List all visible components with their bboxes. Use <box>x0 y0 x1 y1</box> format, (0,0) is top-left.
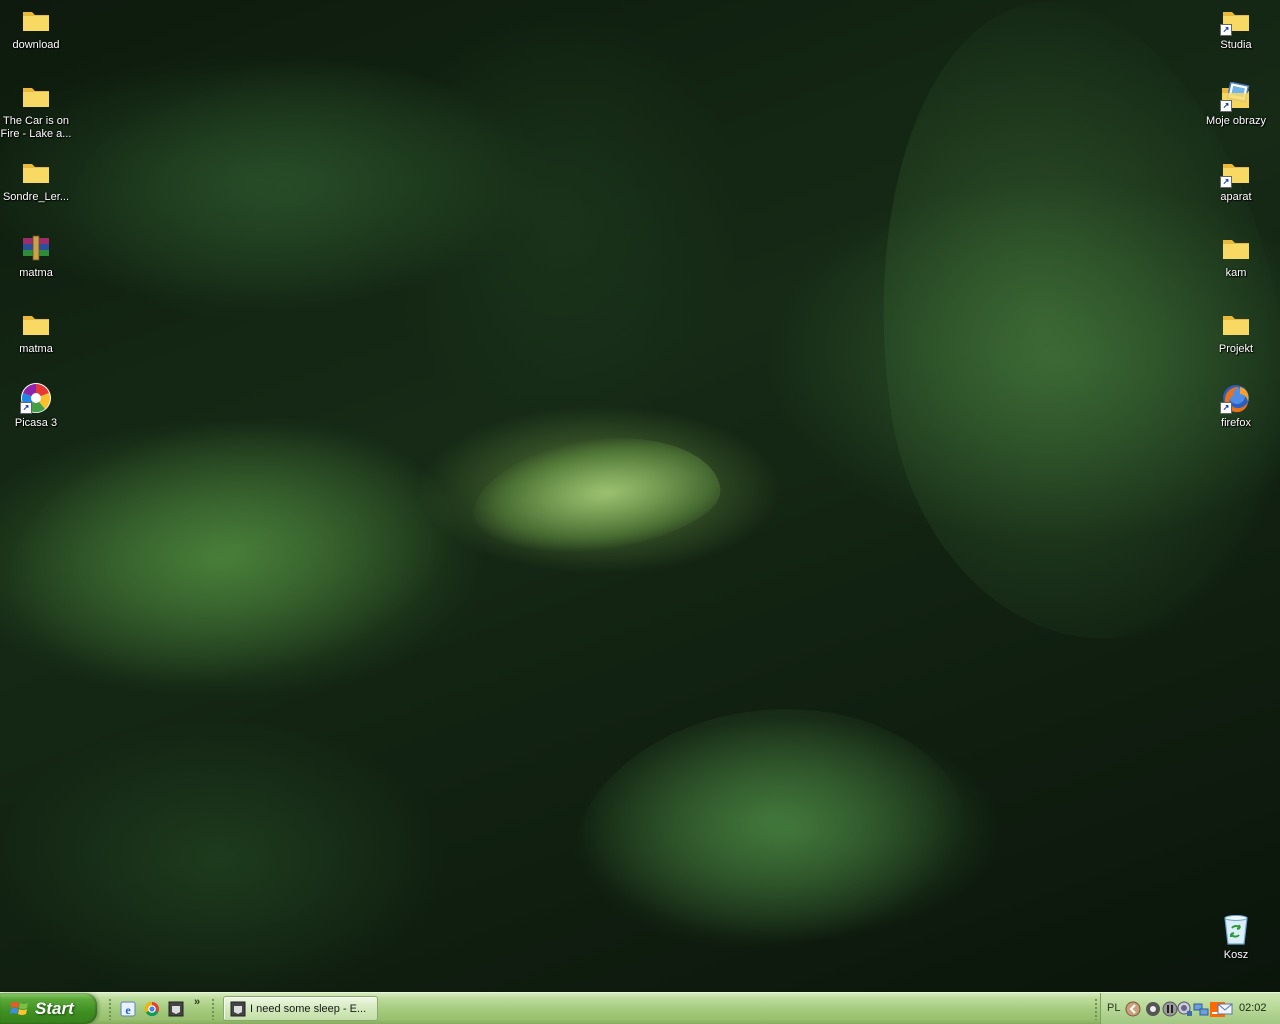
tray-app-icon[interactable] <box>1145 1001 1161 1017</box>
toolbar-grip[interactable] <box>1094 998 1098 1020</box>
system-tray: PL 02:02 <box>1100 993 1280 1024</box>
desktop-icon-label: download <box>12 39 60 51</box>
tray-network-icon[interactable] <box>1177 1001 1193 1017</box>
chrome-icon[interactable] <box>144 1001 160 1017</box>
tray-expand-icon[interactable] <box>1125 1001 1141 1017</box>
desktop-icon-aparat[interactable]: ↗ aparat <box>1198 156 1274 204</box>
folder-icon <box>20 308 52 340</box>
winrar-archive-icon <box>20 232 52 264</box>
internet-explorer-icon[interactable]: e <box>120 1001 136 1017</box>
folder-shortcut-icon: ↗ <box>1220 4 1252 36</box>
recycle-bin-icon <box>1220 914 1252 946</box>
folder-icon <box>20 4 52 36</box>
wallpaper-leaf <box>44 29 536 351</box>
shortcut-arrow-icon: ↗ <box>20 402 32 414</box>
desktop-icon-label: matma <box>19 267 53 279</box>
wallpaper-leaf <box>0 382 480 718</box>
picasa-icon: ↗ <box>20 382 52 414</box>
desktop-icon-label: Kosz <box>1223 949 1249 961</box>
my-pictures-icon: ↗ <box>1220 80 1252 112</box>
start-button[interactable]: Start <box>0 993 97 1024</box>
desktop-icon-studia[interactable]: ↗ Studia <box>1198 4 1274 52</box>
desktop-icon-firefox[interactable]: ↗ firefox <box>1198 382 1274 430</box>
desktop-icon-label: The Car is on Fire - Lake a... <box>0 115 72 140</box>
toolbar-grip[interactable] <box>108 998 112 1020</box>
firefox-icon: ↗ <box>1220 382 1252 414</box>
desktop-icon-label: Sondre_Ler... <box>2 191 70 203</box>
language-indicator[interactable]: PL <box>1107 1002 1120 1014</box>
desktop-icon-kam[interactable]: kam <box>1198 232 1274 280</box>
desktop-icon-the-car-is-on-fire[interactable]: The Car is on Fire - Lake a... <box>0 80 74 141</box>
toolbar-grip[interactable] <box>211 998 215 1020</box>
wallpaper-leaf <box>558 689 982 971</box>
desktop-icon-label: aparat <box>1220 191 1252 203</box>
quick-launch-chevron[interactable]: » <box>194 996 200 1008</box>
desktop-icon-sondre-lerche[interactable]: Sondre_Ler... <box>0 156 74 204</box>
desktop-icon-label: Projekt <box>1218 343 1254 355</box>
desktop-icon-projekt[interactable]: Projekt <box>1198 308 1274 356</box>
desktop-icon-recycle-bin[interactable]: Kosz <box>1198 914 1274 962</box>
shortcut-arrow-icon: ↗ <box>1220 402 1232 414</box>
app-window-icon <box>230 1001 246 1016</box>
shortcut-arrow-icon: ↗ <box>1220 100 1232 112</box>
folder-icon <box>1220 308 1252 340</box>
windows-flag-icon <box>10 1001 28 1015</box>
folder-icon <box>20 80 52 112</box>
desktop-icon-picasa[interactable]: ↗ Picasa 3 <box>0 382 74 430</box>
folder-icon <box>20 156 52 188</box>
tray-mail-icon[interactable] <box>1217 1001 1233 1017</box>
desktop-icon-moje-obrazy[interactable]: ↗ Moje obrazy <box>1198 80 1274 128</box>
desktop-icon-matma-archive[interactable]: matma <box>0 232 74 280</box>
shortcut-arrow-icon: ↗ <box>1220 176 1232 188</box>
taskbar-window-button[interactable]: I need some sleep - E... <box>223 996 378 1021</box>
svg-text:e: e <box>125 1003 131 1017</box>
desktop-icon-matma-folder[interactable]: matma <box>0 308 74 356</box>
desktop-icon-label: Studia <box>1220 39 1252 51</box>
desktop-icon-label: firefox <box>1221 417 1251 429</box>
taskbar: Start e » I need some sleep - E... PL 02… <box>0 992 1280 1024</box>
desktop-icon-label: matma <box>19 343 53 355</box>
tray-media-icon[interactable] <box>1162 1001 1178 1017</box>
desktop-icon-label: kam <box>1225 267 1247 279</box>
desktop-icon-label: Moje obrazy <box>1206 115 1266 127</box>
desktop-icon-download[interactable]: download <box>0 4 74 52</box>
tray-clock[interactable]: 02:02 <box>1239 1002 1267 1014</box>
app-icon[interactable] <box>168 1001 184 1017</box>
taskbar-window-title: I need some sleep - E... <box>250 1002 367 1015</box>
desktop-wallpaper: download The Car is on Fire - Lake a... … <box>0 0 1280 992</box>
shortcut-arrow-icon: ↗ <box>1220 24 1232 36</box>
wallpaper-bud <box>463 423 727 567</box>
folder-icon <box>1220 232 1252 264</box>
tray-connection-icon[interactable] <box>1193 1001 1209 1017</box>
start-label: Start <box>35 998 74 1018</box>
desktop-icon-label: Picasa 3 <box>14 417 58 429</box>
folder-shortcut-icon: ↗ <box>1220 156 1252 188</box>
